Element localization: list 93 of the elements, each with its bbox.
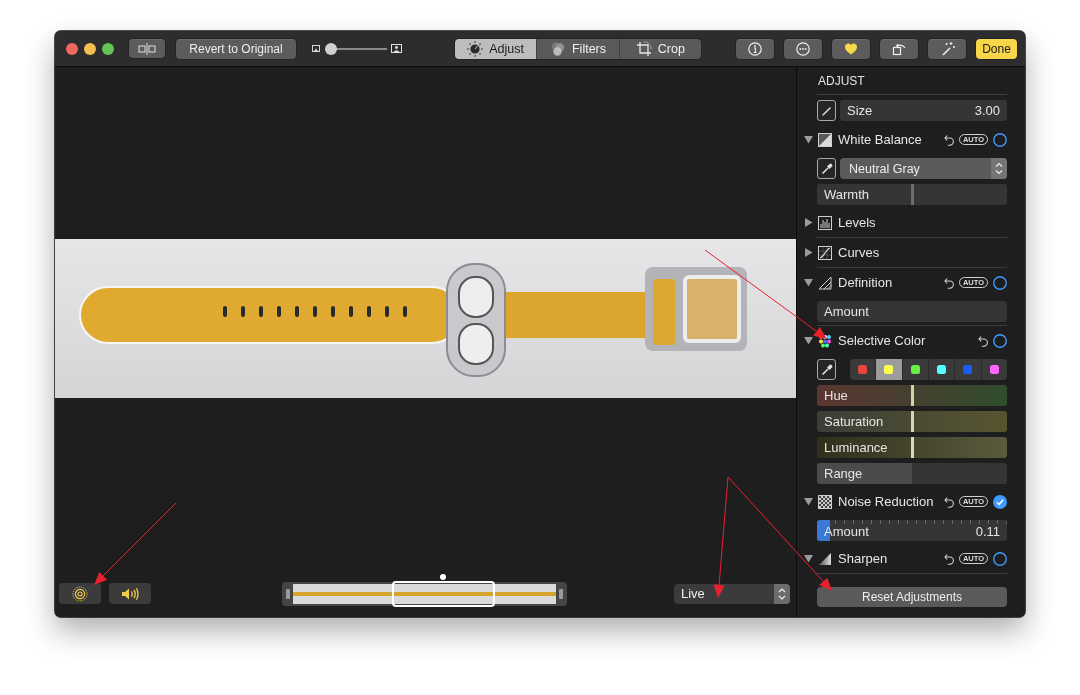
color-segment[interactable]	[875, 359, 902, 380]
disclosure-triangle-icon[interactable]	[804, 135, 813, 144]
close-button[interactable]	[66, 42, 78, 55]
rotate-button[interactable]	[880, 38, 918, 59]
disclosure-triangle-icon[interactable]	[804, 218, 813, 227]
dial-icon	[467, 40, 484, 57]
disclosure-triangle-icon[interactable]	[804, 248, 813, 257]
slider-label: Saturation	[824, 414, 884, 429]
enhance-button[interactable]	[928, 38, 966, 59]
field-value: 3.00	[974, 103, 1000, 118]
curve-graph-icon	[818, 245, 832, 260]
split-view-button[interactable]	[129, 39, 165, 58]
disclosure-triangle-icon[interactable]	[804, 554, 813, 563]
slider-label: Amount	[824, 304, 869, 319]
triangle-icon	[818, 275, 832, 290]
disclosure-triangle-icon[interactable]	[804, 278, 813, 287]
brush-button[interactable]	[817, 100, 836, 121]
popup-button[interactable]: Neutral Gray	[840, 158, 1007, 179]
slider-thumb[interactable]	[911, 184, 914, 205]
slider-track[interactable]: Hue	[817, 385, 1007, 406]
enable-checkbox[interactable]	[993, 333, 1007, 348]
slider-thumb[interactable]	[911, 385, 914, 406]
rotate-icon	[891, 41, 907, 56]
slider-thumb[interactable]	[911, 411, 914, 432]
enable-checkbox[interactable]	[993, 132, 1007, 147]
section-title: Selective Color	[838, 333, 927, 348]
split-square-icon	[818, 132, 832, 147]
eyedropper-icon	[820, 162, 833, 175]
section-title: Curves	[838, 245, 881, 260]
undo-icon[interactable]	[943, 133, 954, 146]
done-button[interactable]: Done	[976, 38, 1017, 59]
undo-icon[interactable]	[943, 495, 954, 508]
section-title: White Balance	[838, 132, 923, 147]
field-label: Size	[847, 103, 873, 118]
section-title: Levels	[838, 215, 877, 230]
slider-track[interactable]: Range	[817, 463, 1007, 484]
toolbar-tab[interactable]: Filters	[536, 38, 619, 59]
enable-checkbox[interactable]	[993, 551, 1007, 566]
brush-icon	[820, 104, 833, 117]
section-title: Noise Reduction	[838, 494, 935, 509]
size-field[interactable]: Size 3.00	[840, 100, 1007, 121]
slider-value: 0.11	[975, 524, 1000, 539]
info-icon	[748, 41, 762, 56]
trim-handle-icon[interactable]	[286, 588, 290, 599]
slider-track[interactable]: Saturation	[817, 411, 1007, 432]
section-title: Sharpen	[838, 551, 889, 566]
histogram-icon	[818, 215, 832, 230]
reset-adjustments-button[interactable]: Reset Adjustments	[817, 587, 1007, 607]
frame-selection[interactable]	[392, 580, 495, 607]
trim-handle-icon[interactable]	[559, 588, 563, 599]
slider-label: Luminance	[824, 440, 888, 455]
more-button[interactable]	[784, 38, 822, 59]
enable-checkbox[interactable]	[993, 275, 1007, 290]
section-title: Definition	[838, 275, 894, 290]
eyedropper-button[interactable]	[817, 359, 836, 380]
zoom-button[interactable]	[102, 42, 114, 55]
slider-label: Warmth	[824, 187, 870, 202]
large-image-icon	[391, 44, 402, 53]
undo-icon[interactable]	[943, 276, 954, 289]
split-view-icon	[138, 42, 156, 55]
minimize-button[interactable]	[84, 42, 96, 55]
slider-track[interactable]: Warmth	[817, 184, 1007, 205]
sound-button[interactable]	[109, 583, 151, 604]
overlapping-circles-icon	[549, 40, 566, 57]
slider-track[interactable]: Amount	[817, 301, 1007, 322]
slider-label: Hue	[824, 388, 848, 403]
slider-track[interactable]: Luminance	[817, 437, 1007, 458]
panel-title: ADJUST	[817, 73, 866, 90]
crop-icon	[635, 40, 652, 57]
slider-label: Range	[824, 466, 863, 481]
favorite-button[interactable]	[832, 38, 870, 59]
disclosure-triangle-icon[interactable]	[804, 336, 813, 345]
slider-thumb[interactable]	[911, 437, 914, 458]
undo-icon[interactable]	[943, 552, 954, 565]
effect-popup[interactable]: Live	[674, 583, 790, 604]
revert-button[interactable]: Revert to Original	[176, 38, 296, 59]
zoom-slider-thumb[interactable]	[325, 42, 337, 55]
eyedropper-icon	[820, 363, 833, 376]
disclosure-triangle-icon[interactable]	[804, 497, 813, 506]
small-image-icon	[312, 45, 320, 52]
noise-icon	[818, 494, 832, 509]
stepper-icon	[991, 158, 1007, 179]
marker-dot-icon	[440, 573, 446, 580]
eyedropper-button[interactable]	[817, 158, 836, 179]
stepper-icon	[774, 583, 790, 604]
toolbar-tab[interactable]: Adjust	[455, 38, 537, 59]
more-icon	[796, 41, 810, 56]
live-photo-button[interactable]	[59, 583, 101, 604]
enable-checkbox[interactable]	[993, 494, 1007, 509]
undo-icon[interactable]	[978, 334, 988, 347]
toolbar-tab[interactable]: Crop	[618, 38, 701, 59]
info-button[interactable]	[736, 38, 774, 59]
sharpen-icon	[818, 551, 832, 566]
